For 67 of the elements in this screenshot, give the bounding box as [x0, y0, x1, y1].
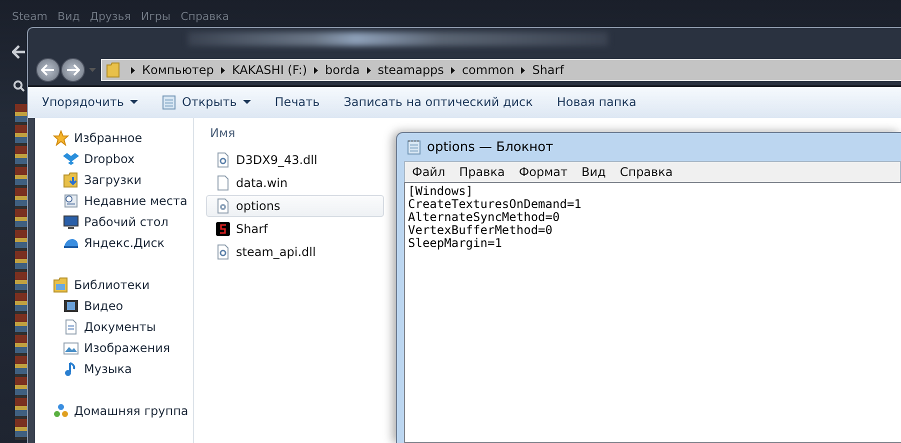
caret-icon [130, 100, 138, 104]
address-bar[interactable]: Компьютер KAKASHI (F:) borda steamapps common Sharf [101, 59, 901, 82]
nav-item[interactable]: Изображения [35, 338, 193, 359]
chevron-icon[interactable] [366, 66, 371, 74]
toolbar-button[interactable]: Упорядочить [42, 92, 148, 112]
notepad-icon [162, 94, 176, 110]
nav-item[interactable]: Яндекс.Диск [35, 232, 193, 254]
toolbar-button[interactable]: Печать [264, 92, 330, 112]
menu-item[interactable]: Файл [412, 165, 446, 179]
chevron-icon[interactable] [220, 66, 225, 74]
caret-icon [242, 100, 251, 104]
picture-icon [63, 340, 79, 356]
download-folder-icon [63, 172, 79, 188]
nav-item[interactable]: Документы [35, 316, 193, 338]
settings-file-icon [215, 244, 231, 260]
chevron-icon[interactable] [314, 66, 318, 74]
menu-item[interactable]: Вид [582, 165, 606, 179]
forward-button[interactable] [61, 58, 85, 82]
toolbar-button[interactable]: Новая папка [546, 92, 646, 112]
breadcrumb-item[interactable]: Компьютер [142, 63, 214, 78]
forward-arrow-icon [66, 64, 80, 76]
file-row[interactable]: options [206, 194, 384, 217]
column-header[interactable]: Имя [210, 126, 236, 140]
toolbar-button[interactable]: Записать на оптический диск [334, 92, 543, 112]
recent-places-icon [63, 193, 79, 210]
nav-item[interactable]: Избранное [35, 128, 193, 149]
config-file-icon [215, 198, 231, 214]
nav-item[interactable]: Загрузки [35, 170, 193, 191]
nav-item[interactable]: Музыка [35, 358, 193, 380]
library-folder-icon [53, 277, 69, 294]
nav-item[interactable]: Видео [35, 296, 193, 317]
folder-icon [106, 62, 120, 78]
document-icon [63, 319, 79, 336]
file-row[interactable]: steam_api.dll [206, 240, 384, 263]
file-icon [215, 174, 231, 191]
nav-item[interactable]: Библиотеки [35, 274, 193, 296]
menu-item[interactable]: Формат [518, 165, 568, 179]
chevron-icon[interactable] [131, 66, 135, 74]
menu-item[interactable]: Правка [459, 165, 505, 179]
back-button[interactable] [36, 58, 60, 82]
nav-item[interactable]: Домашняя группа [35, 400, 193, 422]
nav-item[interactable]: Недавние места [35, 190, 193, 212]
back-arrow-icon[interactable] [12, 45, 26, 59]
monitor-icon [63, 214, 79, 230]
settings-file-icon [215, 152, 231, 168]
toolbar-button[interactable]: Открыть [152, 91, 261, 114]
back-arrow-icon [41, 64, 55, 76]
window-title: options — Блокнот [427, 140, 554, 154]
file-row[interactable]: Sharf [206, 218, 384, 240]
nav-item[interactable]: Dropbox [35, 148, 193, 170]
breadcrumb-item[interactable]: common [462, 63, 514, 78]
file-row[interactable]: data.win [206, 172, 384, 194]
search-icon[interactable] [13, 80, 25, 92]
chevron-icon[interactable] [450, 66, 455, 74]
chevron-icon[interactable] [521, 66, 526, 74]
text-area[interactable]: [Windows] CreateTexturesOnDemand=1 AlternateSyncMethod=0 VertexBufferMethod=0 SleepMargin=1 [404, 182, 901, 443]
app-icon [215, 220, 231, 237]
nav-item[interactable]: Рабочий стол [35, 212, 193, 233]
menu-item[interactable]: Справка [620, 165, 673, 179]
homegroup-icon [53, 403, 69, 420]
breadcrumb-item[interactable]: KAKASHI (F:) [232, 63, 308, 78]
breadcrumb-item[interactable]: Sharf [532, 63, 564, 78]
star-icon [53, 130, 69, 146]
breadcrumb-item[interactable]: borda [325, 63, 360, 78]
breadcrumb-item[interactable]: steamapps [378, 63, 444, 78]
file-row[interactable]: D3DX9_43.dll [206, 148, 384, 171]
notepad-icon [407, 139, 421, 155]
